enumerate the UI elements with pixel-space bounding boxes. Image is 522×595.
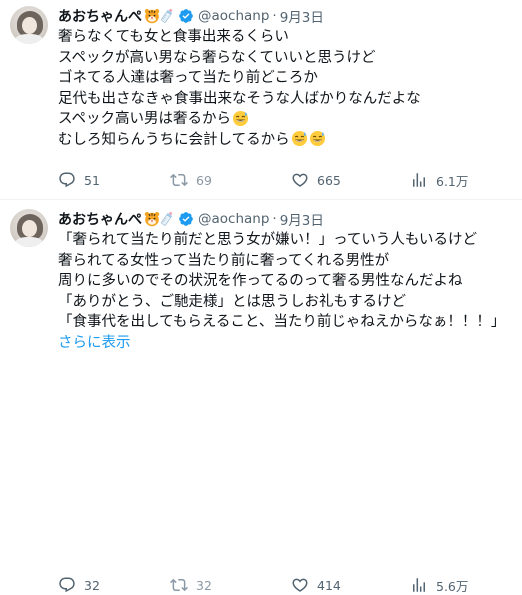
tiger-face-emoji (144, 9, 160, 24)
tweet-date[interactable]: 9月3日 (280, 209, 324, 229)
show-more-link[interactable]: さらに表示 (58, 333, 518, 354)
tiger-face-emoji (144, 212, 160, 227)
like-icon (292, 173, 308, 187)
baby-bottle-emoji (161, 211, 173, 226)
grinning-sweat-emoji (232, 110, 249, 126)
tweet-divider (0, 199, 522, 200)
avatar[interactable] (10, 6, 48, 44)
like-count: 414 (317, 577, 341, 593)
view-count: 6.1万 (436, 173, 469, 189)
reply-count: 32 (84, 577, 100, 593)
tweet-text-line: 足代も出さなきゃ食事出来なそうな人ばかりなんだよな (58, 90, 421, 107)
like-button[interactable]: 665 (291, 170, 341, 190)
baby-bottle-emoji (161, 8, 173, 23)
separator-dot: · (272, 8, 277, 24)
verified-badge-icon (179, 9, 193, 23)
tweet-text-line: 周りに多いのでその状況を作ってるのって奢る男性なんだよね (58, 273, 463, 289)
retweet-icon (170, 578, 188, 592)
avatar[interactable] (10, 209, 48, 247)
view-count: 5.6万 (436, 578, 469, 594)
views-button[interactable]: 6.1万 (410, 170, 468, 190)
tweet-text-line: 奢らなくても女と食事出来るくらい (58, 29, 289, 45)
retweet-icon (170, 173, 188, 187)
like-count: 665 (317, 172, 341, 188)
grinning-sweat-emoji (309, 130, 325, 147)
tweet-date[interactable]: 9月3日 (280, 6, 324, 26)
author-name[interactable]: あおちゃんぺ (58, 6, 142, 26)
reply-count: 51 (84, 172, 100, 188)
views-icon (413, 578, 425, 592)
reply-icon (59, 577, 75, 593)
tweet-text-line-with-emoji: スペック高い男は奢るから (58, 109, 518, 130)
retweet-count: 32 (196, 577, 212, 593)
reply-button[interactable]: 51 (58, 170, 100, 190)
tweet-text-line: 「奢られて当たり前だと思う女が嫌い！」っていう人もいるけど (58, 232, 478, 248)
tweet-header: あおちゃんぺ @aochanp · 9月3日 (58, 208, 324, 230)
tweet-actions: 32 32 414 5.6万 (58, 575, 488, 595)
separator-dot: · (272, 211, 277, 227)
tweet-text-line-with-emoji: むしろ知らんうちに会計してるから (58, 130, 518, 151)
like-icon (292, 578, 308, 592)
tweet-text: 「奢られて当たり前だと思う女が嫌い！」っていう人もいるけど 奢られてる女性って当… (58, 230, 518, 353)
author-name[interactable]: あおちゃんぺ (58, 209, 142, 229)
tweet-text: 奢らなくても女と食事出来るくらい スペックが高い男なら奢らなくていいと思うけど … (58, 27, 518, 150)
tweet-text-line: 奢られてる女性って当たり前に奢ってくれる男性が (58, 252, 390, 269)
retweet-button[interactable]: 69 (170, 170, 212, 190)
reply-button[interactable]: 32 (58, 575, 100, 595)
verified-badge-icon (179, 212, 193, 226)
tweet-text-line: ゴネてる人達は奢って当たり前どころか (58, 70, 318, 86)
tweet-text-segment: スペック高い男は奢るから (58, 111, 231, 127)
like-button[interactable]: 414 (291, 575, 341, 595)
tweet-header: あおちゃんぺ @aochanp · 9月3日 (58, 5, 324, 27)
retweet-button[interactable]: 32 (170, 575, 212, 595)
author-handle[interactable]: @aochanp (198, 211, 269, 227)
tweet-1[interactable]: あおちゃんぺ @aochanp · 9月3日 奢らなくても女と食事出来るくらい … (0, 0, 522, 196)
views-icon (413, 173, 425, 187)
retweet-count: 69 (196, 172, 212, 188)
tweet-text-line: 「ありがとう、ご馳走様」とは思うしお礼もするけど (58, 293, 406, 310)
reply-icon (59, 172, 75, 188)
author-handle[interactable]: @aochanp (198, 8, 269, 24)
grinning-sweat-emoji (291, 130, 307, 147)
tweet-text-segment: むしろ知らんうちに会計してるから (58, 131, 290, 148)
views-button[interactable]: 5.6万 (410, 575, 468, 595)
tweet-text-line: スペックが高い男なら奢らなくていいと思うけど (58, 49, 376, 66)
tweet-2[interactable]: あおちゃんぺ @aochanp · 9月3日 「奢られて当たり前だと思う女が嫌い… (0, 203, 522, 594)
tweet-actions: 51 69 665 6.1万 (58, 170, 488, 190)
tweet-text-line: 「食事代を出してもらえること、当たり前じゃねえからなぁ！！！」 (58, 314, 506, 330)
